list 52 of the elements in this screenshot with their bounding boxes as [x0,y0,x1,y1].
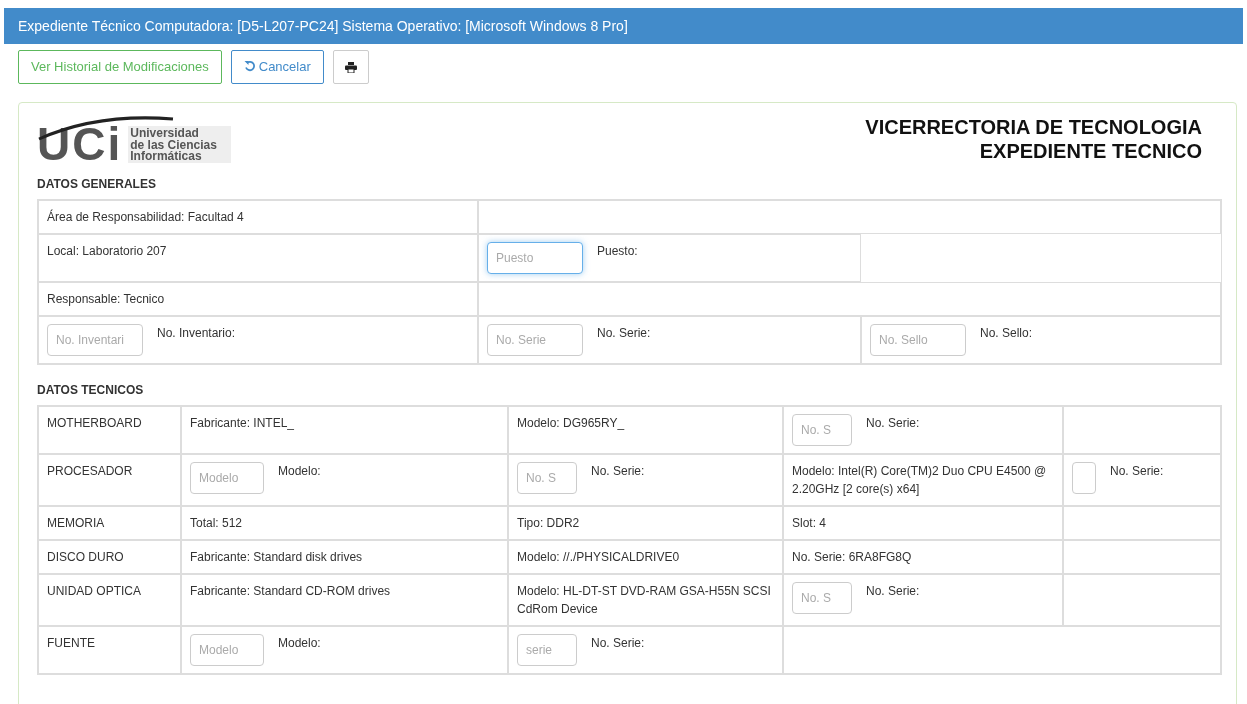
field-label: Puesto: [597,242,638,260]
input-field[interactable]: Puesto [487,241,583,274]
input-field[interactable]: No. S [792,413,852,446]
input-field[interactable]: serie [517,633,577,666]
input-field[interactable] [1072,461,1096,494]
table-cell: Modelo: //./PHYSICALDRIVE0 [508,539,783,574]
table-cell: Fabricante: INTEL_ [181,405,508,454]
table-cell: Total: 512 [181,505,508,540]
print-icon [344,62,357,74]
field-label: No. Serie: [866,582,920,600]
input-field[interactable]: Modelo [190,461,264,494]
table-cell: Responsable: Tecnico [38,281,478,316]
table-cell: No. Serie: 6RA8FG8Q [783,539,1063,574]
field-label: No. Serie: [591,634,645,652]
table-cell: Modelo: HL-DT-ST DVD-RAM GSA-H55N SCSI CdRom Device [508,573,783,626]
table-cell: Slot: 4 [783,505,1063,540]
table-cell: Local: Laboratorio 207 [38,233,478,282]
field-label: No. Serie: [866,414,920,432]
field-label: No. Serie: [591,462,645,480]
input-field[interactable]: No. S [517,461,577,494]
section-title: DATOS TECNICOS [37,381,145,399]
input-field[interactable]: Modelo [190,633,264,666]
print-button[interactable] [332,50,369,84]
field-label: Modelo: [278,634,321,652]
field-label: No. Sello: [980,324,1033,342]
undo-icon [243,60,256,72]
input-field[interactable]: No. S [792,581,852,614]
table-cell: PROCESADOR [38,453,181,506]
section-title: DATOS GENERALES [37,175,157,193]
field-label: No. Serie: [1110,462,1164,480]
input-field[interactable]: No. Serie [487,323,583,356]
field-label: No. Inventario: [157,324,236,342]
table-cell: Fabricante: Standard disk drives [181,539,508,574]
table-cell: Modelo: Intel(R) Core(TM)2 Duo CPU E4500 @ 2.20GHz [2 core(s) x64] [783,453,1063,506]
field-label: No. Serie: [597,324,651,342]
history-button[interactable]: Ver Historial de Modificaciones [18,50,222,84]
table-cell: MOTHERBOARD [38,405,181,454]
heading-text: VICERRECTORIA DE TECNOLOGIA [865,114,1202,139]
table-cell: UNIDAD OPTICA [38,573,181,626]
input-field[interactable]: No. Sello [870,323,966,356]
table-cell: Fabricante: Standard CD-ROM drives [181,573,508,626]
table-cell: Tipo: DDR2 [508,505,783,540]
table-cell: MEMORIA [38,505,181,540]
cancel-button[interactable]: Cancelar [230,50,324,84]
table-cell: Modelo: DG965RY_ [508,405,783,454]
input-field[interactable]: No. Inventari [47,323,143,356]
table-cell: DISCO DURO [38,539,181,574]
heading-text: EXPEDIENTE TECNICO [978,138,1202,163]
page-title: Expediente Técnico Computadora: [D5-L207-PC24] Sistema Operativo: [Microsoft Windows 8 Pro] [18,16,628,36]
table-cell: FUENTE [38,625,181,674]
table-cell: Área de Responsabilidad: Facultad 4 [38,199,478,234]
field-label: Modelo: [278,462,321,480]
